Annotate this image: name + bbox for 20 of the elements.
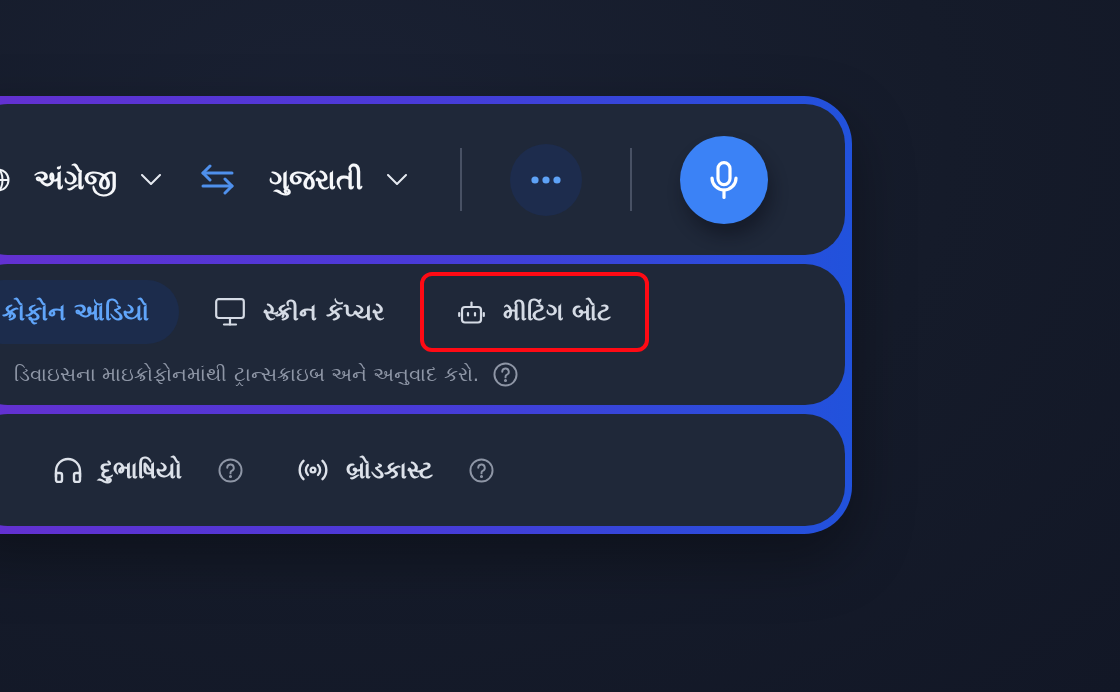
mode-tab[interactable]: મીટિંગ બોટ (427, 279, 642, 344)
help-icon[interactable] (469, 457, 494, 483)
feature-button[interactable]: બ્રોડકાસ્ટ (298, 456, 433, 484)
help-icon[interactable] (493, 361, 519, 387)
target-language-select[interactable]: ગુજરાતી (269, 157, 407, 202)
feature-button[interactable]: દુભાષિયો (54, 456, 182, 484)
chevron-down-icon (387, 174, 407, 185)
headphones-icon (54, 457, 82, 483)
broadcast-icon (298, 459, 328, 481)
microphone-icon (710, 160, 738, 199)
swap-arrows-icon[interactable] (201, 164, 234, 195)
source-language-select[interactable]: અંગ્રેજી (0, 157, 161, 202)
robot-icon (457, 299, 485, 324)
mode-description: ડિવાઇસના માઇક્રોફોનમાંથી ટ્રાન્સક્રાઇબ અને અનુવાદ કરો. (14, 361, 480, 387)
monitor-icon (215, 297, 246, 326)
mode-tab[interactable]: સ્ક્રીન કૅપ્ચર (185, 279, 414, 344)
help-icon[interactable] (218, 457, 243, 483)
mode-tab[interactable]: ક્રોફોન ઑડિયો (0, 279, 180, 344)
more-dots-icon (531, 175, 561, 184)
chevron-down-icon (141, 174, 161, 185)
